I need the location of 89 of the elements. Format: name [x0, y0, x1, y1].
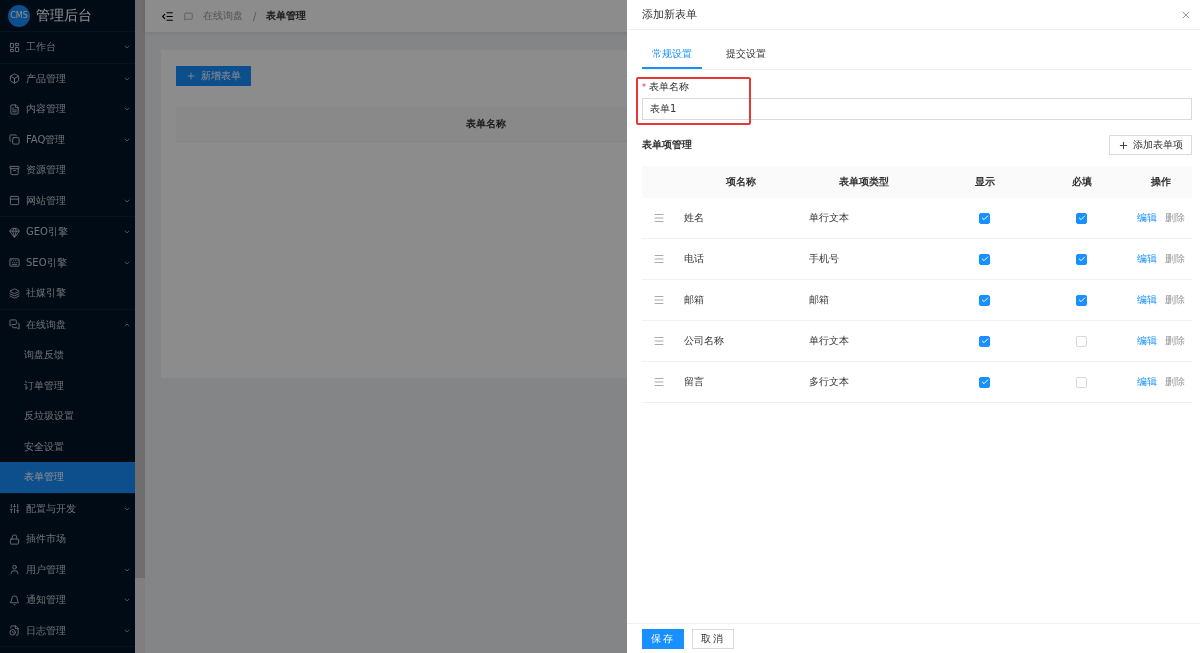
checkbox[interactable] [979, 253, 990, 265]
section-title: 表单项管理 [642, 138, 692, 152]
tab[interactable]: 常规设置 [642, 41, 702, 69]
submenu-item[interactable]: 表单管理 [0, 462, 135, 493]
checkbox[interactable] [979, 335, 990, 347]
plus-icon [186, 71, 196, 81]
add-item-button[interactable]: 添加表单项 [1109, 135, 1192, 155]
logo-badge: CMS [8, 4, 30, 27]
menu-item-icon [9, 564, 20, 576]
column-header: 必填 [1070, 175, 1093, 189]
action-link[interactable]: 编辑 [1137, 375, 1157, 389]
table-cell-text: 邮箱 [683, 293, 705, 307]
table-cell-text: 留言 [683, 375, 705, 389]
table-cell-text: 多行文本 [808, 375, 850, 389]
column-header: 项名称 [725, 175, 757, 189]
menu-item-icon [9, 319, 20, 331]
table-cell-text: 单行文本 [808, 211, 850, 225]
table-cell-text: 公司名称 [683, 334, 725, 348]
sidebar-item[interactable]: 网站管理 [0, 185, 135, 216]
submenu-item[interactable]: 订单管理 [0, 370, 135, 401]
menu-item-icon [9, 195, 20, 207]
checkbox[interactable] [979, 294, 990, 306]
column-header: 表单项类型 [838, 175, 890, 189]
breadcrumb-item: 表单管理 [266, 9, 307, 23]
menu-item-icon [9, 226, 20, 238]
form-name-input[interactable]: 表单1 [642, 98, 1192, 120]
menu-item-icon [9, 73, 20, 85]
field-label: 表单名称 [649, 80, 689, 94]
table-cell-text: 手机号 [808, 252, 840, 266]
drag-handle-icon[interactable] [653, 294, 665, 306]
cancel-button[interactable]: 取消 [692, 628, 734, 649]
menu-item-icon [9, 103, 20, 115]
column-header: 显示 [973, 175, 996, 189]
checkbox[interactable] [1076, 253, 1087, 265]
column-header: 表单名称 [465, 117, 507, 131]
scrollbar-thumb[interactable] [135, 0, 145, 578]
sidebar-item[interactable]: FAQ管理 [0, 124, 135, 155]
sidebar-item[interactable]: 在线询盘 [0, 309, 135, 340]
submenu-item[interactable]: 询盘反馈 [0, 340, 135, 371]
action-link[interactable]: 编辑 [1137, 293, 1157, 307]
table-cell-text: 姓名 [683, 211, 705, 225]
checkbox[interactable] [979, 376, 990, 388]
sidebar-item[interactable]: 资源管理 [0, 155, 135, 186]
sidebar-item[interactable]: 内容管理 [0, 94, 135, 125]
drawer-title: 添加新表单 [642, 7, 697, 22]
table-cell-text: 邮箱 [808, 293, 830, 307]
sidebar-item[interactable]: 用户管理 [0, 554, 135, 585]
sidebar-item[interactable]: 社媒引擎 [0, 278, 135, 309]
menu-item-icon [9, 287, 20, 299]
action-link[interactable]: 编辑 [1137, 211, 1157, 225]
sidebar-item[interactable]: 日志管理 [0, 615, 135, 646]
menu-item-icon [9, 41, 20, 53]
sidebar-item[interactable]: SEO引擎 [0, 247, 135, 278]
sidebar-item[interactable]: 工作台 [0, 32, 135, 63]
app-title: 管理后台 [36, 6, 92, 25]
sidebar-item[interactable]: 产品管理 [0, 63, 135, 94]
submenu-item[interactable]: 反垃圾设置 [0, 401, 135, 432]
add-form-button[interactable]: 新增表单 [176, 66, 251, 86]
action-link[interactable]: 编辑 [1137, 252, 1157, 266]
menu-item-icon [9, 503, 20, 515]
menu-item-icon [9, 257, 20, 269]
tab[interactable]: 提交设置 [716, 41, 776, 69]
checkbox[interactable] [979, 212, 990, 224]
column-header: 操作 [1150, 175, 1172, 189]
sidebar-item[interactable]: 配置与开发 [0, 493, 135, 524]
checkbox[interactable] [1076, 212, 1087, 224]
drag-handle-icon[interactable] [653, 253, 665, 265]
menu-item-icon [9, 533, 20, 545]
sidebar-item[interactable]: 通知管理 [0, 585, 135, 616]
drag-handle-icon[interactable] [653, 376, 665, 388]
checkbox[interactable] [1076, 294, 1087, 306]
table-cell-text: 单行文本 [808, 334, 850, 348]
save-button[interactable]: 保存 [642, 628, 684, 649]
table-cell-text: 电话 [683, 252, 705, 266]
breadcrumb-separator: / [253, 10, 257, 22]
action-link[interactable]: 编辑 [1137, 334, 1157, 348]
menu-item-icon [9, 594, 20, 606]
menu-item-icon [9, 164, 20, 176]
menu-item-icon [9, 134, 20, 146]
required-mark: * [642, 82, 646, 92]
sidebar-item[interactable]: GEO引擎 [0, 217, 135, 248]
drag-handle-icon[interactable] [653, 335, 665, 347]
menu-item-icon [9, 625, 20, 637]
drag-handle-icon[interactable] [653, 212, 665, 224]
chat-icon [184, 11, 193, 21]
collapse-menu-icon[interactable] [161, 9, 174, 23]
submenu-item[interactable]: 安全设置 [0, 431, 135, 462]
sidebar-item[interactable]: 插件市场 [0, 524, 135, 555]
plus-icon [1118, 139, 1129, 151]
